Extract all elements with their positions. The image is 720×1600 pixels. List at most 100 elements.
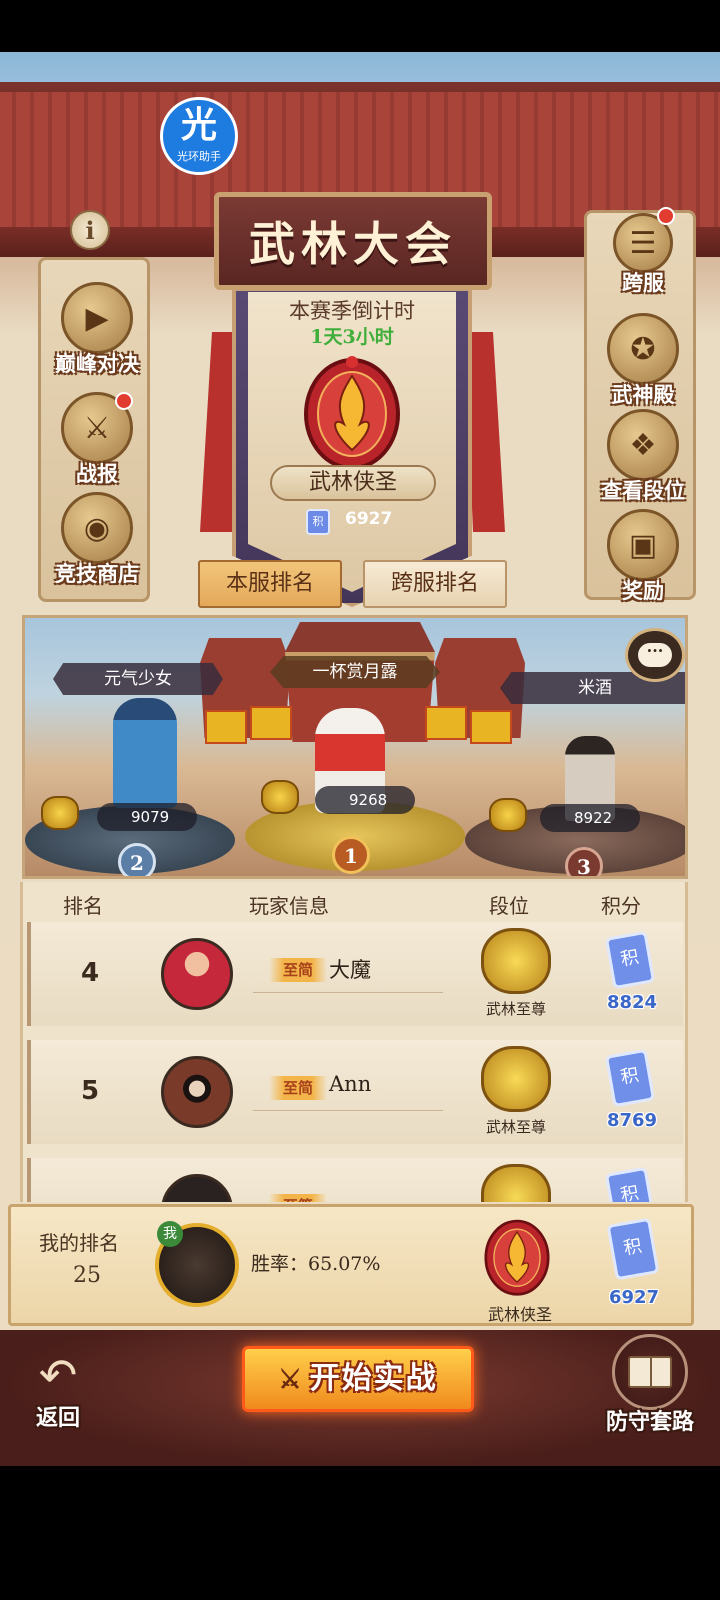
chat-icon: ··· <box>638 643 672 667</box>
flag <box>205 710 247 744</box>
header-rank: 排名 <box>63 894 103 918</box>
peak-duel-label: 巅峰对决 <box>55 351 139 376</box>
chat-button[interactable]: ··· <box>625 628 685 682</box>
cross-server-button[interactable]: ☰ 跨服 <box>587 207 699 297</box>
info-button[interactable]: i <box>70 210 110 250</box>
avatar[interactable] <box>161 1056 233 1128</box>
helper-app-badge[interactable]: 光 光环助手 <box>160 97 238 175</box>
tier-name: 武林至尊 <box>485 1118 546 1136</box>
info-icon: i <box>85 215 95 245</box>
war-god-hall-button[interactable]: ✪ 武神殿 <box>587 313 699 409</box>
game-screen: 光 光环助手 i ▶ 巅峰对决 ⚔ 战报 ◉ 竞技商店 ☰ 跨服 ✪ 武神殿 ❖… <box>0 52 720 1466</box>
avatar[interactable] <box>161 938 233 1010</box>
header-player: 玩家信息 <box>249 894 329 918</box>
tier-name: 武林侠圣 <box>270 465 436 501</box>
tier-name: 武林侠圣 <box>487 1305 552 1324</box>
view-tier-label: 查看段位 <box>601 478 685 503</box>
tab-local-ranking[interactable]: 本服排名 <box>198 560 342 608</box>
battle-report-button[interactable]: ⚔ 战报 <box>41 392 153 488</box>
row-rank: 5 <box>80 1076 100 1106</box>
war-god-hall-label: 武神殿 <box>611 382 675 407</box>
row-score: 8769 <box>606 1110 658 1131</box>
score-token-icon: 积 <box>604 930 656 990</box>
player-name: Ann <box>329 1072 372 1096</box>
dragon-emblem-icon: ❖ <box>607 409 679 481</box>
list-header: 排名 玩家信息 段位 积分 <box>23 882 685 922</box>
cross-server-label: 跨服 <box>622 270 664 295</box>
tier-emblem-icon <box>261 780 299 814</box>
tier-emblem-icon[interactable] <box>302 354 402 472</box>
score-token-icon: 积 <box>604 1166 656 1202</box>
arena-shop-button[interactable]: ◉ 竞技商店 <box>41 492 153 588</box>
chest-icon: ▣ <box>607 509 679 581</box>
flag <box>250 706 292 740</box>
tier-name: 武林至尊 <box>485 1000 546 1018</box>
left-menu-panel: ▶ 巅峰对决 ⚔ 战报 ◉ 竞技商店 <box>38 257 150 602</box>
back-button[interactable]: ↶ 返回 <box>18 1348 98 1431</box>
tier-emblem-icon <box>41 796 79 830</box>
avatar[interactable] <box>161 1174 233 1202</box>
win-rate: 胜率：65.07% <box>251 1253 381 1275</box>
podium-name-1: 一杯赏月露 <box>270 656 440 688</box>
book-icon <box>612 1334 688 1410</box>
helper-badge-label: 光环助手 <box>177 150 221 163</box>
rank-medal-3: 3 <box>565 847 603 876</box>
table-row[interactable]: 5 至简 Ann 武林至尊 积 8769 <box>27 1040 683 1144</box>
player-name: 大魔 <box>329 958 371 982</box>
header-score: 积分 <box>601 894 641 918</box>
rewards-button[interactable]: ▣ 奖励 <box>587 509 699 605</box>
season-countdown-label: 本赛季倒计时 <box>289 299 415 323</box>
shop-icon: ◉ <box>61 492 133 564</box>
flag <box>425 706 467 740</box>
start-battle-label: 开始实战 <box>309 1361 438 1396</box>
page-title: 武林大会 <box>249 217 457 271</box>
season-countdown-value: 1天3小时 <box>310 326 394 348</box>
play-icon: ▶ <box>61 282 133 354</box>
view-tier-button[interactable]: ❖ 查看段位 <box>587 409 699 505</box>
score-token-icon: 积 <box>606 1217 660 1281</box>
right-menu-panel: ☰ 跨服 ✪ 武神殿 ❖ 查看段位 ▣ 奖励 <box>584 207 699 603</box>
status-bar <box>0 0 720 52</box>
season-score: 6927 <box>345 509 393 529</box>
rank-medal-2: 2 <box>118 843 156 876</box>
score-token-icon: 积 <box>604 1048 656 1108</box>
battle-report-label: 战报 <box>76 461 118 486</box>
podium-scene: 元气少女 一杯赏月露 米酒 9079 9268 8922 1 2 3 ··· <box>22 615 688 879</box>
peak-duel-button[interactable]: ▶ 巅峰对决 <box>41 282 153 378</box>
defense-routine-label: 防守套路 <box>605 1409 694 1435</box>
podium-character-2[interactable] <box>113 698 177 808</box>
podium-score-3: 8922 <box>540 804 640 832</box>
podium-name-2: 元气少女 <box>53 663 223 695</box>
tier-emblem-icon <box>481 1164 551 1202</box>
my-rank-bar[interactable]: 我的排名 25 我 胜率：65.07% 武林侠圣 积 6927 <box>8 1204 694 1326</box>
title-tag: 至简 <box>269 1194 327 1202</box>
title-tag: 至简 <box>269 1076 327 1100</box>
score-token-icon: 积 <box>306 509 330 535</box>
helper-badge-glyph: 光 <box>180 105 217 146</box>
my-rank-value: 25 <box>73 1263 101 1288</box>
tier-emblem-icon <box>481 1046 551 1112</box>
divider <box>253 1110 443 1111</box>
notification-dot <box>115 392 133 410</box>
ranking-list[interactable]: 排名 玩家信息 段位 积分 4 至简 大魔 武林至尊 积 8824 5 至简 A… <box>20 882 688 1202</box>
podium-score-1: 9268 <box>315 786 415 814</box>
table-row[interactable]: 至简 积 <box>27 1158 683 1202</box>
divider <box>253 992 443 993</box>
row-rank: 4 <box>80 958 100 988</box>
notification-dot <box>657 207 675 225</box>
defense-routine-button[interactable]: 防守套路 <box>590 1334 710 1444</box>
system-nav-area <box>0 1466 720 1600</box>
header-tier: 段位 <box>489 894 529 918</box>
title-tag: 至简 <box>269 958 327 982</box>
my-score: 6927 <box>608 1287 660 1308</box>
rank-medal-1: 1 <box>332 836 370 874</box>
table-row[interactable]: 4 至简 大魔 武林至尊 积 8824 <box>27 922 683 1026</box>
start-battle-button[interactable]: ⚔ 开始实战 <box>242 1346 474 1412</box>
me-badge: 我 <box>157 1221 183 1247</box>
flag <box>470 710 512 744</box>
arena-shop-label: 竞技商店 <box>55 561 139 586</box>
crossed-swords-icon: ⚔ <box>278 1365 304 1395</box>
row-score: 8824 <box>606 992 658 1013</box>
back-arrow-icon: ↶ <box>38 1348 78 1402</box>
tab-cross-server-ranking[interactable]: 跨服排名 <box>363 560 507 608</box>
